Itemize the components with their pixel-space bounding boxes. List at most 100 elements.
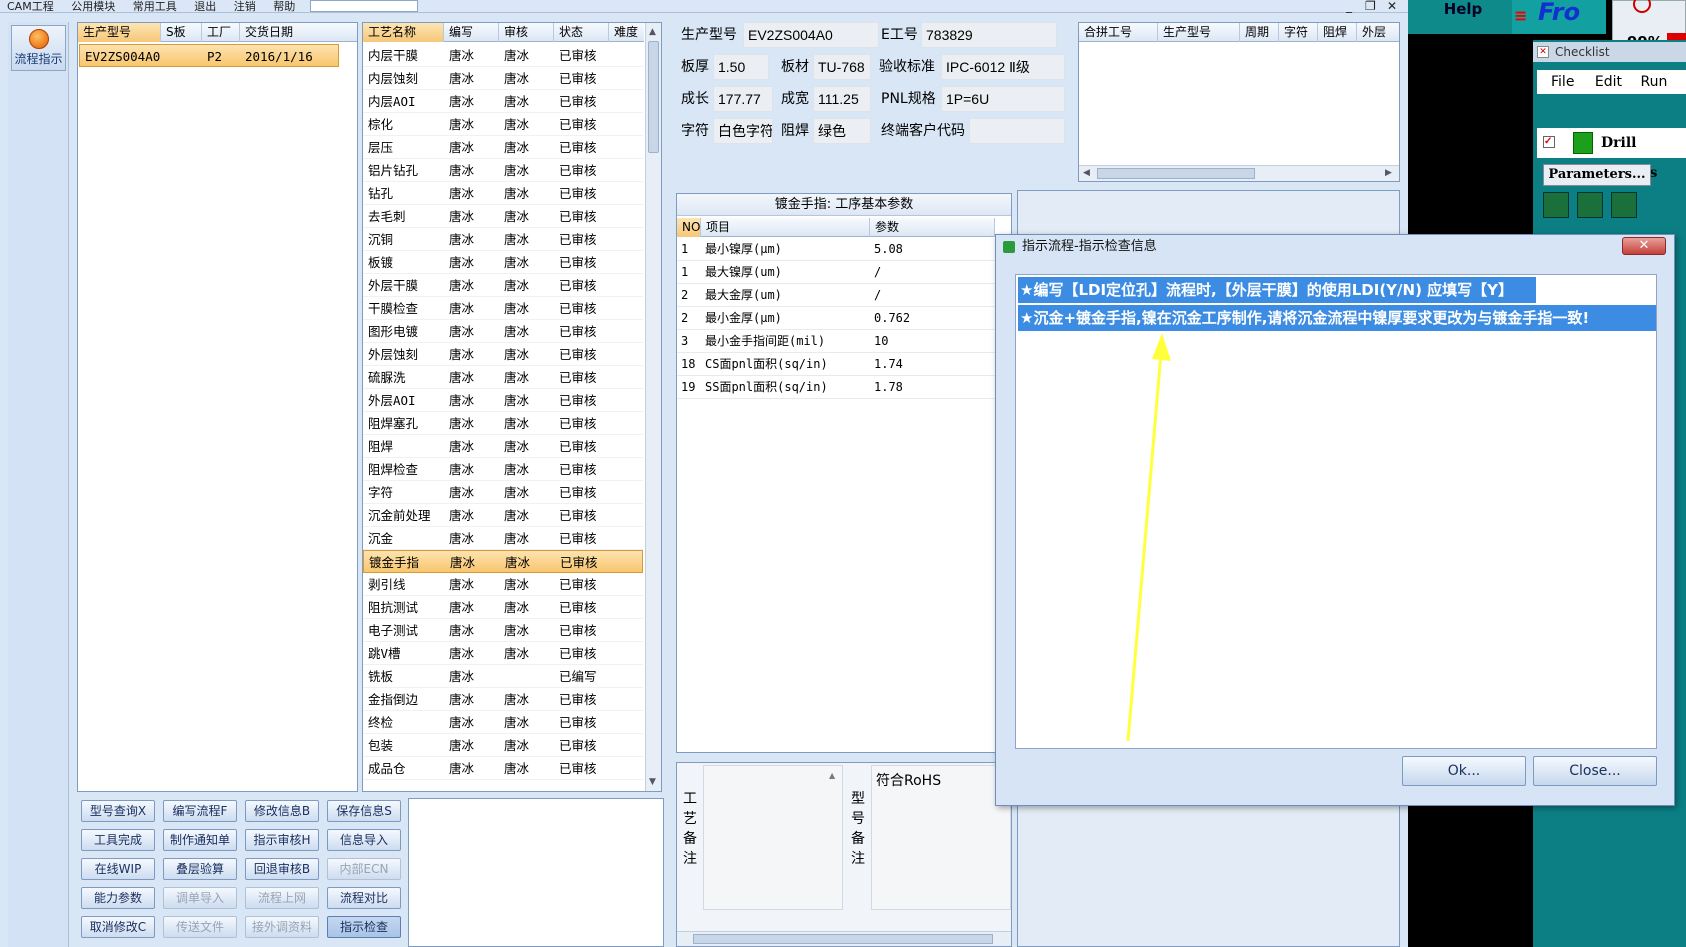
model-field[interactable]: EV2ZS004A0 <box>743 22 879 48</box>
process-row[interactable]: 硫脲洗 唐冰 唐冰 已审核 <box>363 366 643 389</box>
process-note-field[interactable] <box>703 765 843 910</box>
process-row[interactable]: 内层干膜 唐冰 唐冰 已审核 <box>363 44 643 67</box>
thickness-field[interactable]: 1.50 <box>713 54 769 80</box>
action-button[interactable]: 指示审核H <box>245 829 319 851</box>
process-row[interactable]: 剥引线 唐冰 唐冰 已审核 <box>363 573 643 596</box>
col-factory[interactable]: 工厂 <box>202 23 240 42</box>
col-combine-model[interactable]: 生产型号 <box>1158 23 1240 42</box>
menu-common[interactable]: 公用模块 <box>64 1 122 13</box>
col-param[interactable]: 参数 <box>870 218 995 237</box>
pnl-field[interactable]: 1P=6U <box>941 86 1065 112</box>
action-button[interactable]: 在线WIP <box>81 858 155 880</box>
col-writer[interactable]: 编写 <box>444 23 499 42</box>
process-row[interactable]: 内层AOI 唐冰 唐冰 已审核 <box>363 90 643 113</box>
flow-indicator-button[interactable]: 流程指示 <box>11 25 66 71</box>
notes-scroll-thumb[interactable] <box>693 934 993 944</box>
menu-edit[interactable]: Edit <box>1595 74 1622 90</box>
hscroll-thumb[interactable] <box>1097 168 1255 179</box>
parameters-button[interactable]: Parameters... <box>1543 164 1651 186</box>
tool-icon-1[interactable] <box>1543 192 1569 218</box>
col-no[interactable]: NO <box>677 218 701 237</box>
action-button[interactable]: 流程对比 <box>327 887 401 909</box>
process-row[interactable]: 金指倒边 唐冰 唐冰 已审核 <box>363 688 643 711</box>
tool-icon-2[interactable] <box>1577 192 1603 218</box>
process-note-scroll[interactable]: ▲ <box>829 771 839 780</box>
width-field[interactable]: 111.25 <box>813 86 871 112</box>
col-process-name[interactable]: 工艺名称 <box>363 23 444 42</box>
process-row[interactable]: 阻焊塞孔 唐冰 唐冰 已审核 <box>363 412 643 435</box>
action-button[interactable]: 信息导入 <box>327 829 401 851</box>
process-row[interactable]: 内层蚀刻 唐冰 唐冰 已审核 <box>363 67 643 90</box>
process-row[interactable]: 阻焊 唐冰 唐冰 已审核 <box>363 435 643 458</box>
process-row[interactable]: 板镀 唐冰 唐冰 已审核 <box>363 251 643 274</box>
process-row[interactable]: 字符 唐冰 唐冰 已审核 <box>363 481 643 504</box>
param-row[interactable]: 2 最小金厚(μm) 0.762 <box>677 307 995 330</box>
menu-exit[interactable]: 退出 <box>187 1 223 13</box>
col-date[interactable]: 交货日期 <box>240 23 359 42</box>
process-row[interactable]: 干膜检查 唐冰 唐冰 已审核 <box>363 297 643 320</box>
action-button[interactable]: 保存信息S <box>327 800 401 822</box>
param-row[interactable]: 1 最大镍厚(um) / <box>677 261 995 284</box>
col-item[interactable]: 项目 <box>701 218 870 237</box>
param-row[interactable]: 19 SS面pnl面积(sq/in) 1.78 <box>677 376 995 399</box>
process-row[interactable]: 层压 唐冰 唐冰 已审核 <box>363 136 643 159</box>
process-row[interactable]: 成品仓 唐冰 唐冰 已审核 <box>363 757 643 780</box>
check-icon[interactable]: ✓ <box>1543 136 1555 148</box>
dialog-close-icon[interactable]: ✕ <box>1622 237 1666 255</box>
process-row[interactable]: 棕化 唐冰 唐冰 已审核 <box>363 113 643 136</box>
scroll-down-icon[interactable]: ▼ <box>649 777 656 787</box>
material-field[interactable]: TU-768 <box>813 54 871 80</box>
menu-file[interactable]: File <box>1551 74 1574 90</box>
process-row[interactable]: 终检 唐冰 唐冰 已审核 <box>363 711 643 734</box>
tool-icon-3[interactable] <box>1611 192 1637 218</box>
menu-combo[interactable] <box>309 0 418 12</box>
customer-field[interactable] <box>969 118 1065 144</box>
col-combine-no[interactable]: 合拼工号 <box>1079 23 1158 42</box>
process-row[interactable]: 铣板 唐冰 已编写 <box>363 665 643 688</box>
standard-field[interactable]: IPC-6012 Ⅱ级 <box>941 54 1065 80</box>
process-row[interactable]: 图形电镀 唐冰 唐冰 已审核 <box>363 320 643 343</box>
menu-help[interactable]: 帮助 <box>266 1 302 13</box>
combine-hscroll[interactable]: ◀ ▶ <box>1079 165 1399 181</box>
mask-field[interactable]: 绿色 <box>813 118 871 144</box>
scroll-left-icon[interactable]: ◀ <box>1083 168 1090 178</box>
process-row[interactable]: 镀金手指 唐冰 唐冰 已审核 <box>363 550 643 573</box>
char-field[interactable]: 白色字符 <box>713 118 773 144</box>
length-field[interactable]: 177.77 <box>713 86 773 112</box>
scroll-right-icon[interactable]: ▶ <box>1385 168 1392 178</box>
action-button[interactable]: 指示检查 <box>327 916 401 938</box>
scroll-thumb[interactable] <box>648 41 659 153</box>
process-row[interactable]: 去毛刺 唐冰 唐冰 已审核 <box>363 205 643 228</box>
process-row[interactable]: 包装 唐冰 唐冰 已审核 <box>363 734 643 757</box>
scroll-up-icon[interactable]: ▲ <box>649 27 656 37</box>
model-row[interactable]: EV2ZS004A0 P2 2016/1/16 <box>79 44 339 67</box>
col-combine-char[interactable]: 字符 <box>1279 23 1318 42</box>
minimize-button[interactable]: _ <box>1346 0 1352 13</box>
param-row[interactable]: 18 CS面pnl面积(sq/in) 1.74 <box>677 353 995 376</box>
process-row[interactable]: 铝片钻孔 唐冰 唐冰 已审核 <box>363 159 643 182</box>
process-row[interactable]: 外层AOI 唐冰 唐冰 已审核 <box>363 389 643 412</box>
col-status[interactable]: 状态 <box>554 23 609 42</box>
help-button[interactable]: Help <box>1408 0 1518 34</box>
param-row[interactable]: 2 最大金厚(um) / <box>677 284 995 307</box>
col-combine-cycle[interactable]: 周期 <box>1240 23 1279 42</box>
action-button[interactable]: 回退审核B <box>245 858 319 880</box>
close-button[interactable]: Close... <box>1533 756 1657 786</box>
process-row[interactable]: 阻抗测试 唐冰 唐冰 已审核 <box>363 596 643 619</box>
process-row[interactable]: 外层蚀刻 唐冰 唐冰 已审核 <box>363 343 643 366</box>
action-button[interactable]: 制作通知单 <box>163 829 237 851</box>
process-scrollbar[interactable]: ▲ ▼ <box>645 23 661 791</box>
process-row[interactable]: 电子测试 唐冰 唐冰 已审核 <box>363 619 643 642</box>
process-row[interactable]: 钻孔 唐冰 唐冰 已审核 <box>363 182 643 205</box>
ok-button[interactable]: Ok... <box>1402 756 1526 786</box>
col-combine-outer[interactable]: 外层 <box>1357 23 1399 42</box>
output-textbox[interactable] <box>408 798 664 947</box>
process-row[interactable]: 跳V槽 唐冰 唐冰 已审核 <box>363 642 643 665</box>
model-note-field[interactable]: 符合RoHS <box>871 765 1011 910</box>
menu-cam[interactable]: CAM工程 <box>0 1 61 13</box>
process-row[interactable]: 沉铜 唐冰 唐冰 已审核 <box>363 228 643 251</box>
restore-button[interactable]: ❐ <box>1365 0 1376 13</box>
action-button[interactable]: 取消修改C <box>81 916 155 938</box>
col-combine-mask[interactable]: 阻焊 <box>1318 23 1357 42</box>
action-button[interactable]: 型号查询X <box>81 800 155 822</box>
